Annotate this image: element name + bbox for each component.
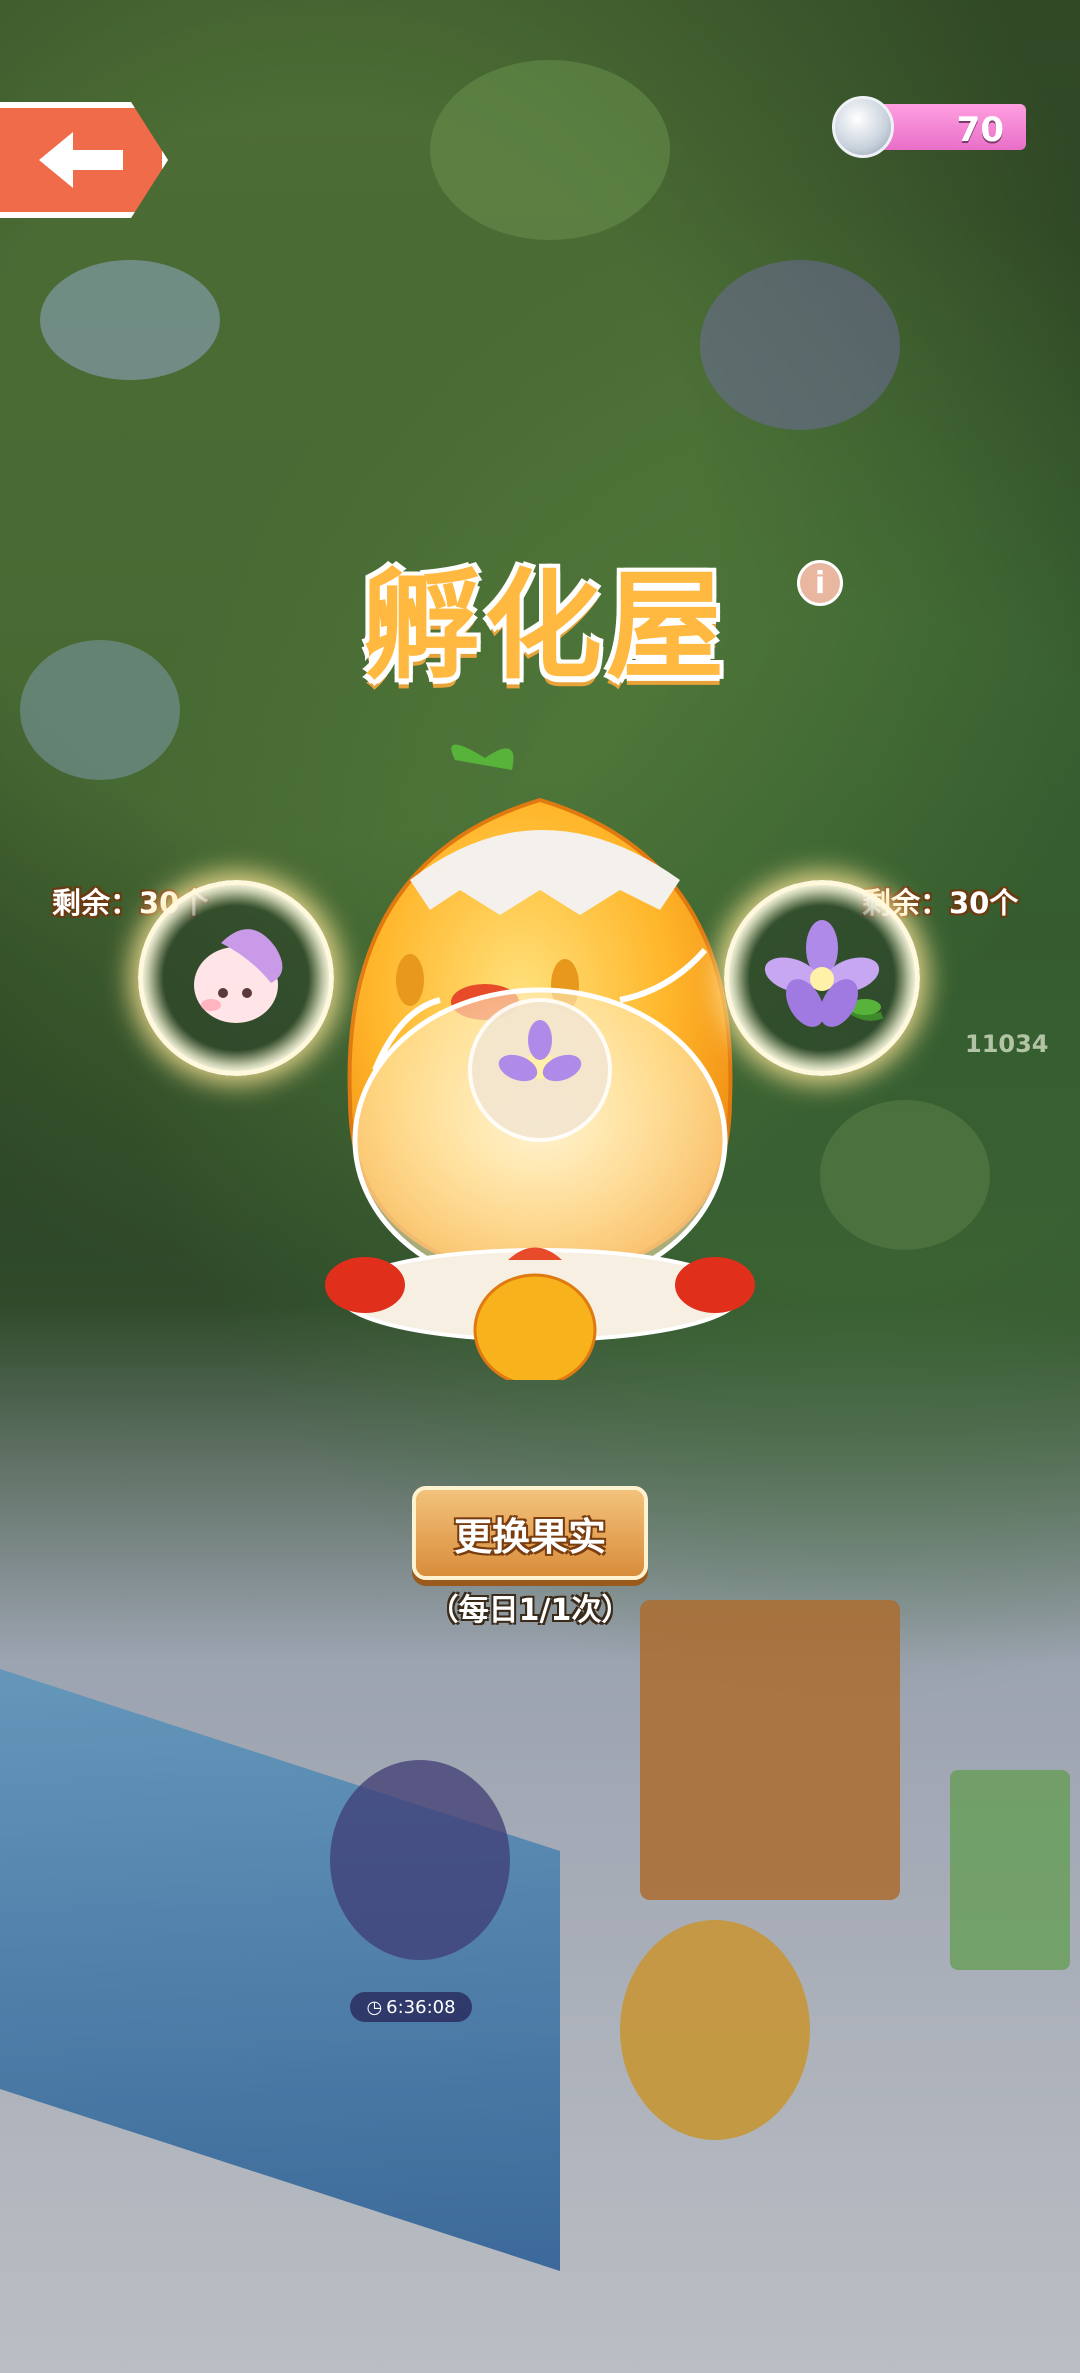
- info-icon: i: [814, 565, 826, 601]
- incubator-egg: [325, 744, 755, 1380]
- currency-value: 70: [956, 110, 1004, 150]
- left-slot-bubble[interactable]: [138, 880, 334, 1076]
- change-fruit-button[interactable]: 更换果实: [412, 1486, 648, 1580]
- right-slot-bubble[interactable]: [724, 880, 920, 1076]
- title-text: 孵化屋: [361, 556, 728, 695]
- clock-icon: ◷: [366, 1996, 383, 2018]
- currency-display[interactable]: 70: [832, 96, 1042, 158]
- change-fruit-label: 更换果实: [453, 1514, 606, 1559]
- pink-flower-creature-icon: [194, 929, 283, 1023]
- timer-text: 6:36:08: [386, 1996, 456, 2018]
- background-score: 11034: [965, 1030, 1049, 1058]
- silver-coin-icon: [832, 96, 894, 158]
- currency-bar: 70: [876, 104, 1026, 150]
- arrow-left-icon: [39, 132, 123, 188]
- purple-flower-icon: [764, 920, 884, 1027]
- info-button[interactable]: i: [797, 560, 843, 606]
- daily-limit-text: （每日1/1次）: [428, 1593, 632, 1628]
- page-title: 孵化屋: [330, 530, 760, 700]
- background-timer: ◷ 6:36:08: [350, 1992, 472, 2022]
